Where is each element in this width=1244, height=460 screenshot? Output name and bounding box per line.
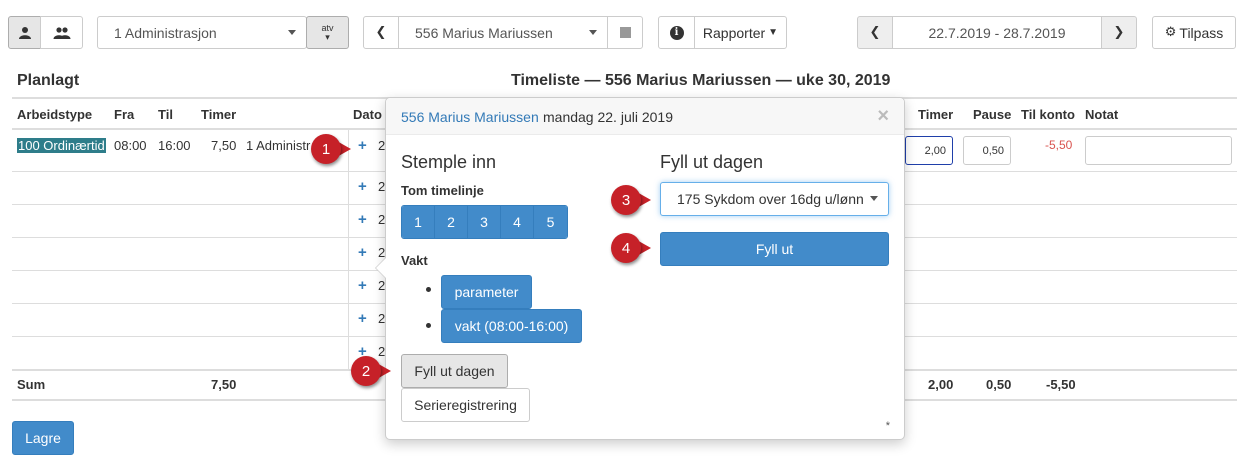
add-entry-icon[interactable]: + [358,211,367,228]
users-icon [53,26,70,39]
shift-label: Vakt [401,253,428,268]
prev-week-button[interactable]: ❮ [857,16,893,49]
col-header-note: Notat [1085,107,1119,122]
to-cell: 16:00 [158,138,191,153]
sum-planned-hours: 7,50 [211,377,237,392]
info-icon: i [669,25,684,40]
popover-date: mandag 22. juli 2019 [543,109,673,125]
col-header-pause: Pause [973,107,1012,122]
col-header-from: Fra [114,107,135,122]
step-marker-4: 4 [611,233,653,263]
person-link[interactable]: 556 Marius Mariussen [401,109,539,125]
col-header-hours: Timer [201,107,237,122]
bullet [426,323,431,328]
person-select[interactable]: 556 Marius Mariussen [398,16,608,49]
section-label: Planlagt [17,72,80,89]
shift-parameter-button[interactable]: parameter [441,275,532,309]
note-input[interactable] [1085,136,1232,165]
step-marker-3: 3 [611,185,653,215]
step-marker-2: 2 [351,356,393,386]
sum-pause: 0,50 [986,377,1012,392]
sum-to-account: -5,50 [1046,377,1076,392]
shift-vakt-button[interactable]: vakt (08:00-16:00) [441,309,582,343]
timeline-button-1[interactable]: 1 [402,206,435,238]
marker-badge: 2 [351,356,381,386]
worktype-cell[interactable]: 100 Ordinærtid [17,138,106,153]
chevron-down-icon [288,29,296,35]
col-header-to: Til [158,107,173,122]
fill-day-popover: 556 Marius Mariussen mandag 22. juli 201… [375,97,905,440]
stop-icon [619,27,631,38]
col-header-worktype: Arbeidstype [17,107,93,122]
add-entry-icon[interactable]: + [358,277,367,294]
chevron-down-icon [870,196,878,201]
worktype-select-value: 175 Sykdom over 16dg u/lønn [677,191,864,207]
group-view-button[interactable] [40,16,83,49]
info-button[interactable]: i [658,16,695,49]
employee-select-value: 1 Administrasjon [114,24,217,41]
footnote-asterisk: * [885,420,890,432]
pause-input[interactable]: 0,50 [963,136,1011,165]
chevron-left-icon: ❮ [869,25,881,40]
popover-arrow-inner [376,258,386,278]
bullet [426,287,431,292]
close-icon[interactable]: × [877,105,889,128]
chevron-down-icon [589,29,597,35]
chevron-right-icon: ❯ [1113,25,1125,40]
marker-badge: 3 [611,185,641,215]
hours-cell: 7,50 [211,138,237,153]
date-range-display[interactable]: 22.7.2019 - 28.7.2019 [892,16,1102,49]
marker-badge: 1 [311,134,341,164]
single-user-view-button[interactable] [8,16,41,49]
sort-down-icon: ▾ [325,31,330,42]
stamp-in-heading: Stemple inn [401,152,497,172]
page-title: Timeliste — 556 Marius Mariussen — uke 3… [511,72,891,89]
timeline-button-2[interactable]: 2 [435,206,468,238]
timeline-button-4[interactable]: 4 [501,206,534,238]
next-person-button[interactable] [607,16,643,49]
next-week-button[interactable]: ❯ [1101,16,1137,49]
step-marker-1: 1 [311,134,353,164]
user-icon [18,26,31,39]
vertical-divider [348,130,349,370]
chevron-left-icon: ❮ [375,25,387,40]
employee-select[interactable]: 1 Administrasjon [97,16,307,49]
series-registration-button[interactable]: Serieregistrering [401,388,530,422]
gear-icon: ⚙ [1164,25,1177,40]
caret-down-icon: ▼ [768,27,779,38]
fill-day-button[interactable]: Fyll ut dagen [401,354,508,388]
department-cell: 1 Administr [246,138,311,153]
sum-label: Sum [17,377,46,392]
marker-badge: 4 [611,233,641,263]
customize-button[interactable]: ⚙ Tilpass [1152,16,1236,49]
customize-label: Tilpass [1179,24,1224,41]
empty-timeline-label: Tom timelinje [401,183,484,198]
atv-sort-button[interactable]: atv ▾ [306,16,349,49]
worktype-select[interactable]: 175 Sykdom over 16dg u/lønn [660,182,889,216]
from-cell: 08:00 [114,138,147,153]
person-select-value: 556 Marius Mariussen [415,24,553,41]
sum-hours: 2,00 [928,377,954,392]
col-header-date: Dato [353,107,382,122]
date-range-text: 22.7.2019 - 28.7.2019 [928,24,1066,41]
hours-input[interactable]: 2,00 [905,136,953,165]
add-entry-icon[interactable]: + [358,244,367,261]
save-button[interactable]: Lagre [12,421,74,455]
reports-label: Rapporter [702,24,766,41]
timeline-button-3[interactable]: 3 [468,206,501,238]
popover-header: 556 Marius Mariussen mandag 22. juli 201… [386,98,904,135]
col-header-to-account: Til konto [1021,107,1075,122]
add-entry-icon[interactable]: + [358,178,367,195]
prev-person-button[interactable]: ❮ [363,16,399,49]
fill-out-button[interactable]: Fyll ut [660,232,889,266]
add-entry-icon[interactable]: + [358,137,367,154]
reports-dropdown-button[interactable]: Rapporter ▼ [694,16,787,49]
add-entry-icon[interactable]: + [358,310,367,327]
timeline-button-5[interactable]: 5 [534,206,567,238]
timeline-number-group: 1 2 3 4 5 [401,205,568,239]
fill-day-heading: Fyll ut dagen [660,152,764,172]
to-account-value: -5,50 [1045,138,1073,152]
col-header-hours-actual: Timer [918,107,954,122]
